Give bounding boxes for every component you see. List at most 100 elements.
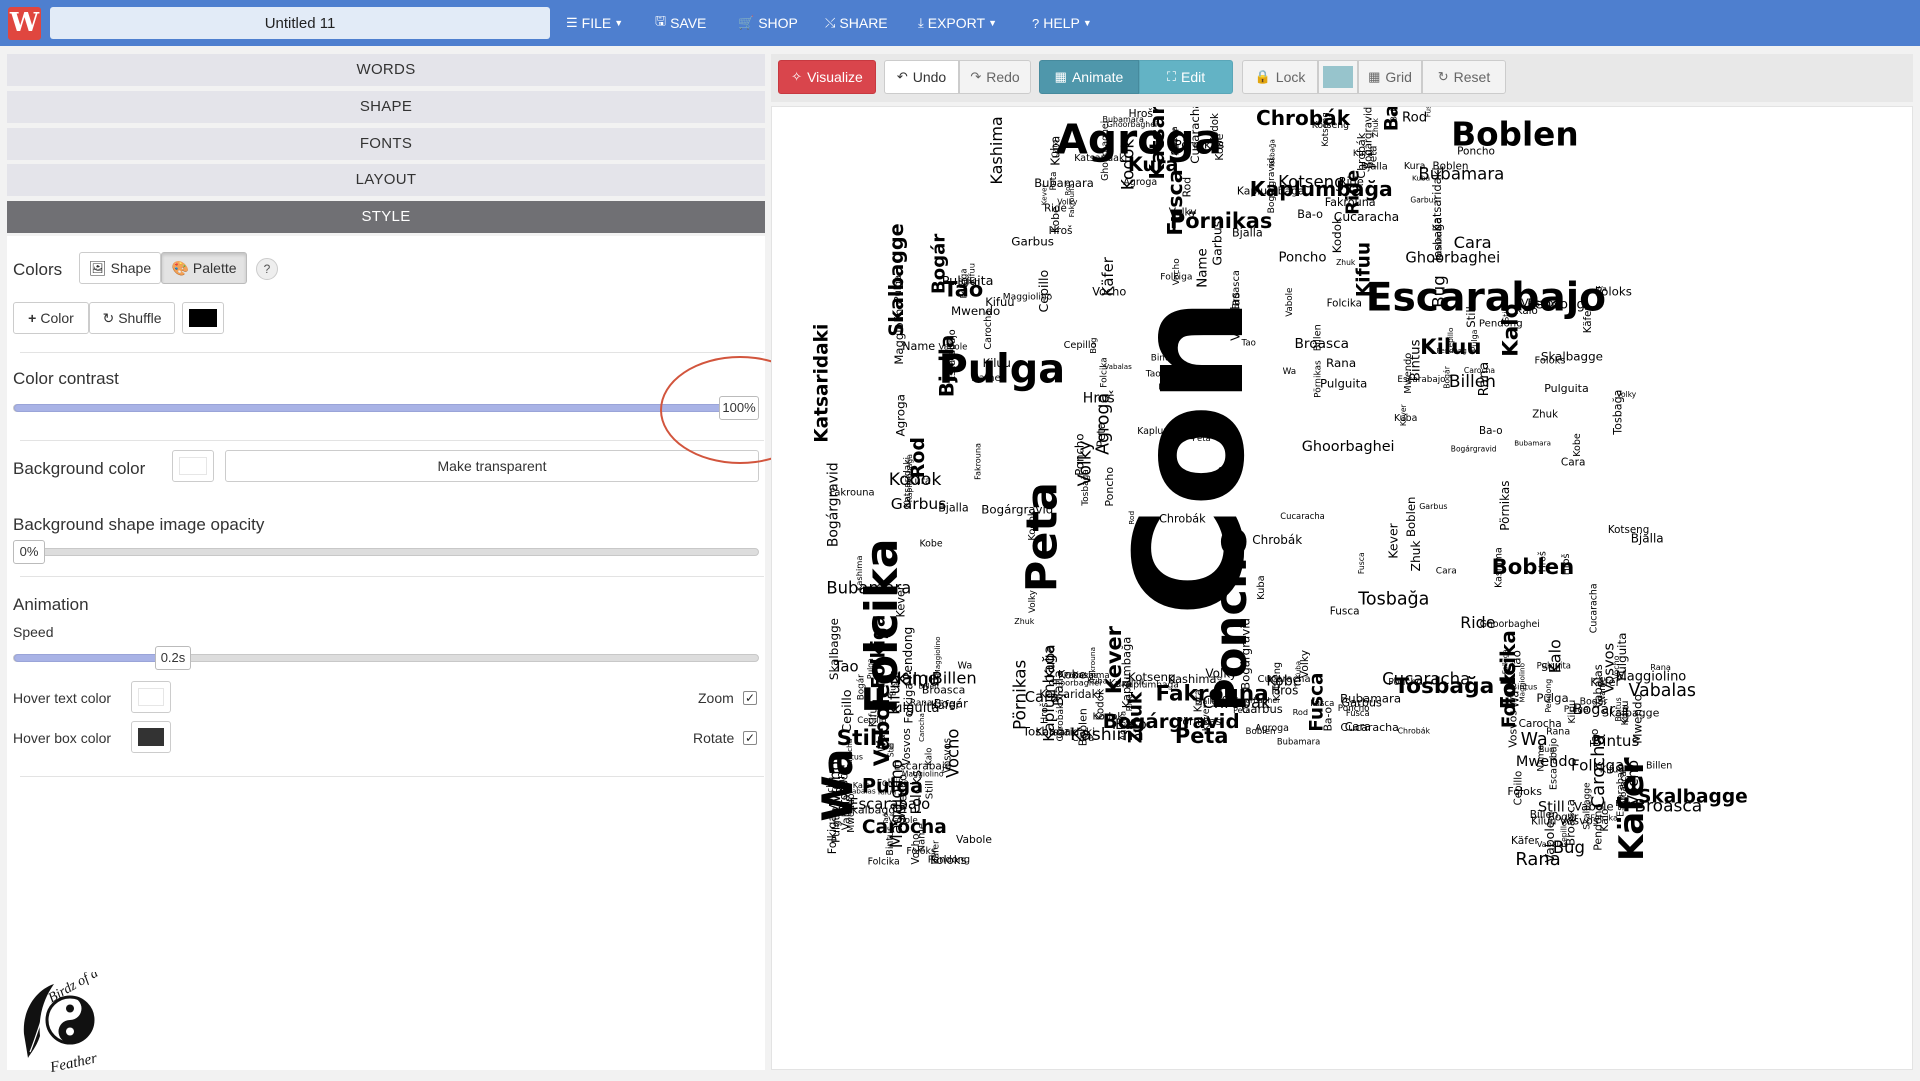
cloud-word[interactable]: Vabole xyxy=(1285,288,1295,317)
cloud-word[interactable]: Mwendo xyxy=(897,774,910,821)
menu-save[interactable]: 🖫 SAVE xyxy=(655,0,706,46)
cloud-word[interactable]: Bintus xyxy=(1511,681,1537,691)
cloud-word[interactable]: Kashima xyxy=(1073,671,1110,681)
edit-button[interactable]: ⛶ Edit xyxy=(1139,60,1233,94)
cloud-word[interactable]: Kodok xyxy=(1330,217,1344,253)
colors-help-button[interactable]: ? xyxy=(256,258,278,280)
cloud-word[interactable]: Bug xyxy=(1430,275,1449,307)
cloud-word[interactable]: Bogárgravid xyxy=(1239,618,1253,690)
cloud-word[interactable]: Pörnikas xyxy=(1498,481,1512,531)
visualize-button[interactable]: ✧ Visualize xyxy=(778,60,876,94)
cloud-word[interactable]: Zhuk xyxy=(1336,258,1356,267)
redo-button[interactable]: ↷ Redo xyxy=(959,60,1031,94)
cloud-word[interactable]: Ride xyxy=(1215,466,1227,489)
cloud-word[interactable]: Pörnikas xyxy=(1176,715,1222,728)
cloud-word[interactable]: Katsaridaki xyxy=(1039,688,1101,701)
cloud-word[interactable]: Cucaracha xyxy=(1280,511,1325,521)
section-words[interactable]: WORDS xyxy=(7,54,765,86)
color-source-palette-button[interactable]: 🎨 Palette xyxy=(161,252,247,284)
cloud-word[interactable]: Pendong xyxy=(901,627,915,680)
cloud-word[interactable]: Folcika xyxy=(868,857,900,868)
make-transparent-button[interactable]: Make transparent xyxy=(225,450,759,482)
cloud-word[interactable]: Bintus xyxy=(1151,354,1179,364)
cloud-word[interactable]: Garbus xyxy=(1242,702,1283,716)
cloud-word[interactable]: Bubamara xyxy=(1103,115,1145,124)
cloud-word[interactable]: Foloks xyxy=(930,853,966,867)
menu-help[interactable]: ? HELP ▼ xyxy=(1032,0,1092,46)
cloud-word[interactable]: Pendong xyxy=(1479,319,1523,330)
cloud-word[interactable]: Volky xyxy=(1298,650,1311,678)
cloud-word[interactable]: Agroga xyxy=(1123,177,1157,188)
cloud-word[interactable]: Bjalla xyxy=(938,502,968,515)
rotate-checkbox[interactable]: ✓ xyxy=(743,731,757,745)
hover-box-color-swatch[interactable] xyxy=(131,721,171,753)
cloud-word[interactable]: Name xyxy=(902,340,935,353)
undo-button[interactable]: ↶ Undo xyxy=(884,60,959,94)
cloud-word[interactable]: Kura xyxy=(1193,689,1204,712)
cloud-word[interactable]: Volky xyxy=(1028,590,1038,613)
cloud-word[interactable]: Vocho xyxy=(1092,286,1126,299)
cloud-word[interactable]: Fusca xyxy=(1330,605,1360,617)
cloud-word[interactable]: Kodok xyxy=(1093,712,1124,723)
cloud-word[interactable]: Peta xyxy=(1018,482,1068,592)
cloud-word[interactable]: Garbus xyxy=(1011,234,1054,248)
cloud-word[interactable]: Pendong xyxy=(1544,679,1553,713)
cloud-word[interactable]: Billen xyxy=(918,682,939,691)
wordcloud-svg[interactable]: ConAgrogaPulgaPetaFolcika PonchoKäferBobl… xyxy=(772,107,1913,1070)
cloud-word[interactable]: Kaplumbağa xyxy=(1237,184,1305,197)
cloud-word[interactable]: Vabalas xyxy=(1537,840,1568,849)
cloud-word[interactable]: Rod xyxy=(1127,511,1136,525)
cloud-word[interactable]: Zhuk xyxy=(1409,540,1423,572)
cloud-word[interactable]: Bubamara xyxy=(1514,439,1551,448)
cloud-word[interactable]: Maggiolino xyxy=(892,302,906,365)
cloud-word[interactable]: Bubamara xyxy=(1277,737,1320,747)
cloud-word[interactable]: Tosbağa xyxy=(1081,469,1091,507)
cloud-word[interactable]: Cucaracha xyxy=(1188,107,1202,164)
cloud-word[interactable]: Wa xyxy=(1283,367,1297,377)
cloud-word[interactable]: Kever xyxy=(1399,403,1408,426)
cloud-word[interactable]: Ride xyxy=(1339,175,1364,188)
color-contrast-slider[interactable] xyxy=(13,404,759,412)
cloud-word[interactable]: Kuba xyxy=(1412,174,1430,183)
section-fonts[interactable]: FONTS xyxy=(7,128,765,160)
cloud-word[interactable]: Ba-o xyxy=(1321,707,1334,731)
cloud-word[interactable]: Kashima xyxy=(1493,547,1504,588)
cloud-word[interactable]: Fakrouna xyxy=(973,443,983,480)
cloud-word[interactable]: Tao xyxy=(1241,339,1256,349)
cloud-word[interactable]: Foloks xyxy=(1595,284,1632,298)
cloud-word[interactable]: Volky xyxy=(1057,198,1078,207)
cloud-word[interactable]: Tosbağa xyxy=(1022,724,1071,738)
cloud-word[interactable]: Tao xyxy=(1145,370,1162,380)
cloud-word[interactable]: Folcika xyxy=(1327,297,1362,309)
cloud-word[interactable]: Katsaridaki xyxy=(1074,153,1127,164)
cloud-word[interactable]: Volky xyxy=(1169,207,1197,219)
cloud-word[interactable]: Kashima xyxy=(987,116,1006,184)
cloud-word[interactable]: Fakrouna xyxy=(1325,196,1376,209)
cloud-word[interactable]: Ba-o xyxy=(1297,208,1323,221)
cloud-word[interactable]: Bug xyxy=(1539,745,1554,754)
app-logo[interactable]: W xyxy=(8,7,41,40)
cloud-word[interactable]: Vocho xyxy=(826,777,836,803)
menu-shop[interactable]: 🛒 SHOP xyxy=(738,0,798,46)
cloud-word[interactable]: Vocho xyxy=(1172,258,1182,286)
cloud-word[interactable]: Still xyxy=(925,780,936,799)
cloud-word[interactable]: Fusca xyxy=(1310,699,1334,709)
cloud-word[interactable]: Bintus xyxy=(885,826,896,856)
cloud-word[interactable]: Wa xyxy=(958,661,973,672)
cloud-word[interactable]: Chrobák xyxy=(1252,533,1302,547)
cloud-word[interactable]: Rana xyxy=(1546,726,1570,737)
cloud-word[interactable]: Vocho xyxy=(910,834,922,865)
cloud-word[interactable]: Peta xyxy=(1094,422,1108,447)
cloud-word[interactable]: Kifuu xyxy=(985,295,1014,309)
cloud-word[interactable]: Kodok xyxy=(1210,113,1221,144)
document-title-input[interactable] xyxy=(50,7,550,39)
cloud-word[interactable]: Kashima xyxy=(1168,672,1217,686)
hover-text-color-swatch[interactable] xyxy=(131,681,171,713)
cloud-word[interactable]: Bintus xyxy=(838,752,863,761)
shuffle-button[interactable]: ↻ Shuffle xyxy=(89,302,175,334)
cloud-word[interactable]: Tosbağa xyxy=(1357,589,1429,609)
cloud-word[interactable]: Cepillo xyxy=(1514,771,1525,806)
cloud-word[interactable]: Tosbağa xyxy=(1432,217,1445,264)
cloud-word[interactable]: Garbus xyxy=(1419,502,1447,511)
cloud-word[interactable]: Poncho xyxy=(1388,677,1422,688)
